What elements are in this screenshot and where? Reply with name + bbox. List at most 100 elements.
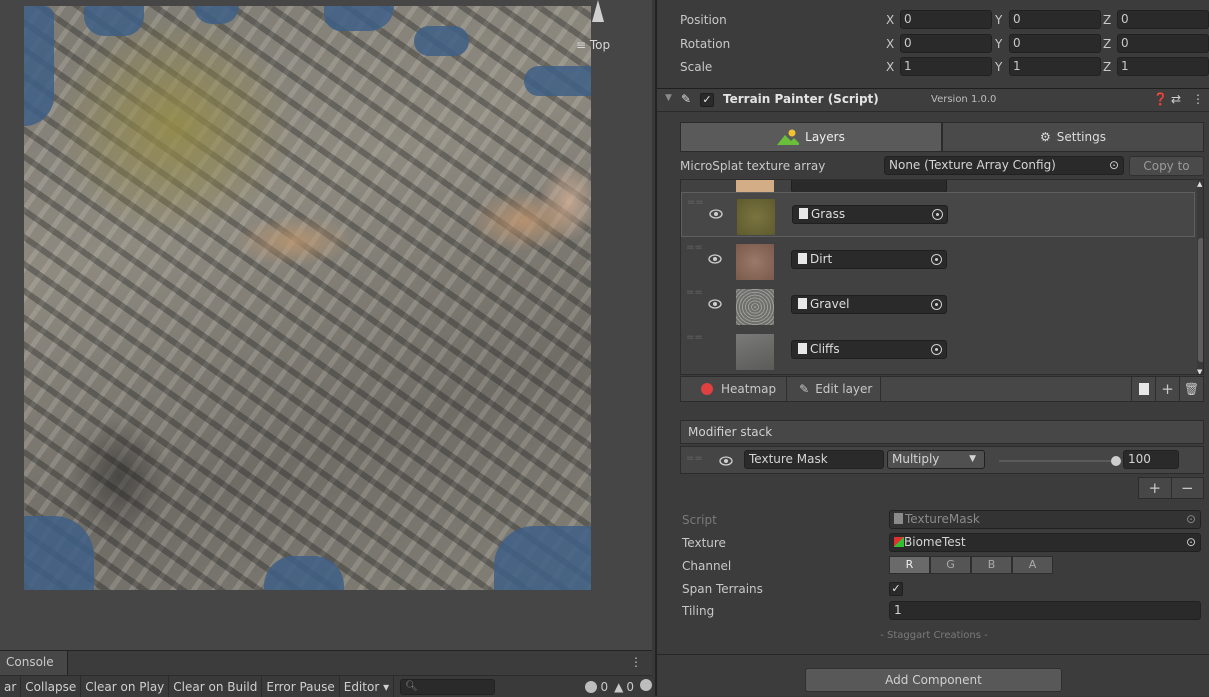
position-z-field[interactable]: 0 (1117, 10, 1209, 29)
drag-handle-icon[interactable]: == (686, 287, 703, 298)
layer-texture-field[interactable]: Cliffs (791, 340, 947, 359)
edit-layer-button[interactable]: ✎ Edit layer (787, 377, 881, 401)
tab-bar: Layers ⚙ Settings (680, 122, 1204, 152)
view-label-text: Top (590, 38, 610, 52)
tab-settings[interactable]: ⚙ Settings (942, 122, 1204, 152)
layer-texture-field[interactable]: Gravel (791, 295, 947, 314)
texture-label: Texture (682, 532, 726, 554)
scale-z-field[interactable]: 1 (1117, 57, 1209, 76)
clear-on-play-button[interactable]: Clear on Play (81, 676, 169, 697)
eye-icon[interactable] (717, 452, 735, 470)
drag-handle-icon[interactable]: == (686, 453, 703, 464)
clear-on-build-button[interactable]: Clear on Build (169, 676, 262, 697)
log-count: 0 (600, 680, 608, 694)
copy-to-button[interactable]: Copy to (1129, 156, 1204, 176)
warning-count-toggle[interactable]: ▲ 0 (614, 680, 634, 694)
modifier-stack-title: Modifier stack (688, 425, 772, 439)
slider-thumb[interactable] (1111, 456, 1121, 466)
layer-texture-field[interactable] (791, 179, 947, 193)
new-layer-icon[interactable] (1131, 377, 1155, 401)
texture-field[interactable]: BiomeTest ⊙ (889, 533, 1201, 552)
channel-r-button[interactable]: R (889, 556, 930, 574)
enable-checkbox[interactable]: ✓ (700, 93, 714, 107)
texture-array-field[interactable]: None (Texture Array Config) ⊙ (884, 156, 1124, 175)
eye-icon[interactable] (707, 205, 725, 223)
channel-a-button[interactable]: A (1012, 556, 1053, 574)
eye-icon[interactable] (706, 250, 724, 268)
document-icon (798, 298, 807, 309)
drag-handle-icon[interactable]: == (687, 197, 704, 208)
foldout-arrow-icon[interactable]: ▼ (665, 93, 672, 103)
layer-texture-field[interactable]: Dirt (791, 250, 947, 269)
add-component-button[interactable]: Add Component (805, 668, 1062, 692)
axis-x-label: X (886, 33, 900, 55)
eye-icon[interactable] (706, 295, 724, 313)
object-picker-icon[interactable] (931, 344, 942, 355)
error-pause-button[interactable]: Error Pause (262, 676, 339, 697)
console-tab-label: Console (6, 655, 54, 669)
console-search-input[interactable]: 🔍︎ (400, 679, 495, 695)
object-picker-icon[interactable]: ⊙ (1186, 534, 1196, 551)
position-y-field[interactable]: 0 (1009, 10, 1101, 29)
layer-row-cliffs[interactable]: == Cliffs (681, 328, 1195, 373)
layer-row-grass[interactable]: == Grass (681, 192, 1195, 237)
clear-button[interactable]: ar (0, 676, 21, 697)
credit-text: - Staggart Creations - (657, 630, 1209, 641)
error-icon[interactable] (640, 679, 652, 694)
remove-modifier-icon[interactable]: − (1171, 478, 1204, 498)
modifier-name-field[interactable]: Texture Mask (744, 450, 884, 469)
opacity-field[interactable]: 100 (1123, 450, 1179, 469)
scene-view[interactable]: ≡ Top (0, 0, 652, 650)
object-picker-icon[interactable] (931, 299, 942, 310)
channel-b-button[interactable]: B (971, 556, 1012, 574)
layer-row-dirt[interactable]: == Dirt (681, 238, 1195, 283)
position-x-field[interactable]: 0 (900, 10, 992, 29)
scale-y-field[interactable]: 1 (1009, 57, 1101, 76)
opacity-slider[interactable] (999, 454, 1121, 468)
tab-layers[interactable]: Layers (680, 122, 942, 152)
layer-thumbnail (736, 179, 774, 192)
layer-texture-field[interactable]: Grass (792, 205, 948, 224)
warning-count: 0 (626, 680, 634, 694)
collapse-button[interactable]: Collapse (21, 676, 81, 697)
axis-z-label: Z (1103, 33, 1117, 55)
heatmap-button[interactable]: Heatmap (681, 377, 787, 401)
scroll-up-icon[interactable]: ▲ (1197, 180, 1202, 188)
blend-mode-dropdown[interactable]: Multiply ▼ (887, 450, 985, 469)
presets-icon[interactable]: ⇄ (1171, 92, 1181, 106)
add-modifier-icon[interactable]: + (1139, 478, 1171, 498)
channel-g-button[interactable]: G (930, 556, 971, 574)
layer-name: Grass (811, 207, 845, 221)
object-picker-icon[interactable] (931, 254, 942, 265)
rotation-z-field[interactable]: 0 (1117, 34, 1209, 53)
add-layer-icon[interactable]: + (1155, 377, 1179, 401)
drag-handle-icon[interactable]: == (686, 332, 703, 343)
view-label[interactable]: ≡ Top (576, 38, 610, 52)
console-tab[interactable]: Console (0, 651, 68, 675)
log-count-toggle[interactable]: 0 (585, 680, 608, 694)
scale-x-field[interactable]: 1 (900, 57, 992, 76)
terrain-viewport[interactable] (24, 6, 591, 590)
axis-y-label: Y (995, 56, 1009, 78)
rotation-y-field[interactable]: 0 (1009, 34, 1101, 53)
modifier-row[interactable]: == Texture Mask Multiply ▼ 100 (680, 446, 1204, 474)
object-picker-icon[interactable] (932, 209, 943, 220)
span-terrains-checkbox[interactable]: ✓ (889, 582, 903, 596)
help-icon[interactable]: ❓ (1153, 92, 1168, 106)
editor-dropdown-label: Editor (344, 680, 380, 694)
layer-list-scrollbar[interactable]: ▲ ▼ (1197, 180, 1204, 375)
drag-handle-icon[interactable]: == (686, 242, 703, 253)
scroll-thumb[interactable] (1198, 238, 1204, 362)
kebab-menu-icon[interactable]: ⋮ (1192, 92, 1204, 106)
kebab-menu-icon[interactable]: ⋮ (630, 655, 642, 669)
tiling-field[interactable]: 1 (889, 601, 1201, 620)
layer-row-gravel[interactable]: == Gravel (681, 283, 1195, 328)
tab-settings-label: Settings (1057, 130, 1106, 144)
object-picker-icon[interactable]: ⊙ (1109, 157, 1119, 174)
component-header[interactable]: ▼ ✎ ✓ Terrain Painter (Script) Version 1… (657, 88, 1209, 112)
editor-dropdown[interactable]: Editor ▾ (340, 676, 394, 697)
rotation-x-field[interactable]: 0 (900, 34, 992, 53)
orientation-gizmo[interactable] (592, 0, 604, 22)
scroll-down-icon[interactable]: ▼ (1197, 368, 1202, 375)
trash-icon[interactable]: 🗑︎ (1179, 377, 1203, 401)
